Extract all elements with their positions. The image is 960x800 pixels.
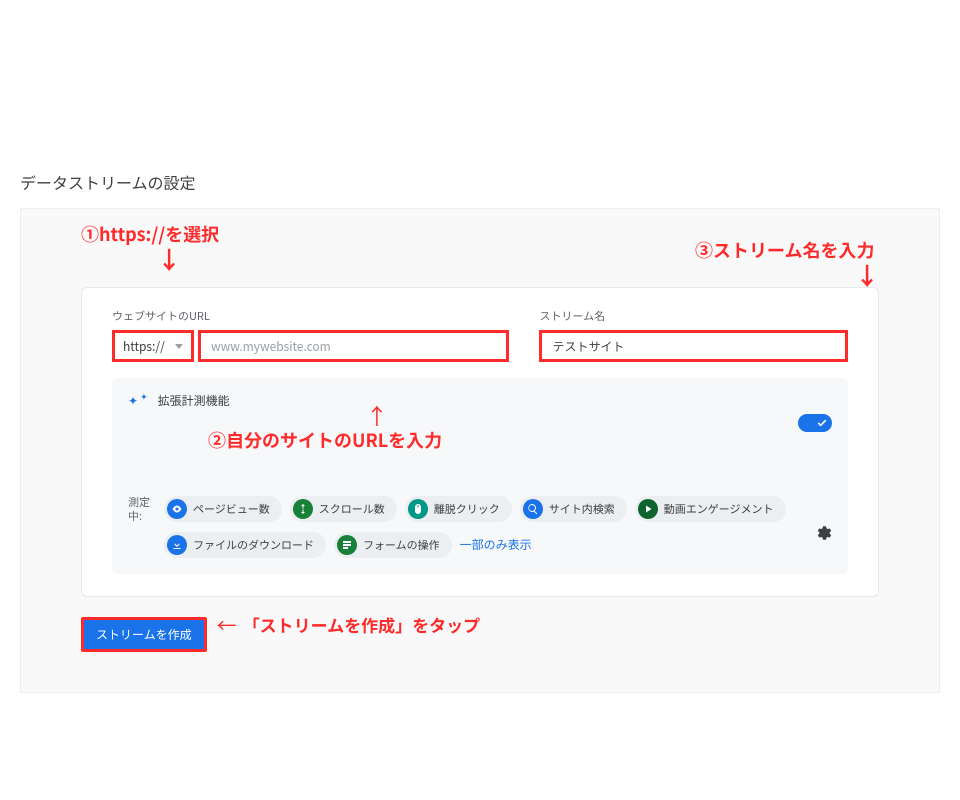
gear-icon[interactable] xyxy=(814,524,832,546)
chip-search: サイト内検索 xyxy=(520,496,627,522)
chip-label: フォームの操作 xyxy=(363,537,440,553)
chip-video: 動画エンゲージメント xyxy=(635,496,786,522)
enhanced-title: 拡張計測機能 xyxy=(158,392,230,409)
stream-name-label: ストリーム名 xyxy=(539,308,848,324)
chip-label: スクロール数 xyxy=(319,501,385,517)
download-icon xyxy=(167,535,187,555)
chip-pageviews: ページビュー数 xyxy=(164,496,282,522)
arrow-down-icon: ↓ xyxy=(855,263,879,287)
show-partial-link[interactable]: 一部のみ表示 xyxy=(460,536,532,553)
metrics-row-2: ファイルのダウンロード フォームの操作 一部のみ表示 xyxy=(164,532,832,558)
create-stream-button[interactable]: ストリームを作成 xyxy=(81,617,207,652)
annotation-step1: ①https://を選択 ↓ xyxy=(81,221,219,273)
mouse-icon xyxy=(408,499,428,519)
annotation-step3-text: ③ストリーム名を入力 xyxy=(695,237,879,263)
enhanced-toggle[interactable] xyxy=(798,414,832,432)
url-label: ウェブサイトのURL xyxy=(112,308,509,324)
chip-label: サイト内検索 xyxy=(549,501,615,517)
url-placeholder: www.mywebsite.com xyxy=(211,338,331,355)
check-icon xyxy=(814,415,830,431)
chip-label: ページビュー数 xyxy=(193,501,270,517)
stream-card: ウェブサイトのURL https:// www.mywebsite.com スト… xyxy=(81,287,879,597)
eye-icon xyxy=(167,499,187,519)
stream-setup-panel: ①https://を選択 ↓ ③ストリーム名を入力 ↓ ウェブサイトのURL h… xyxy=(20,208,940,693)
chip-label: 離脱クリック xyxy=(434,501,500,517)
chip-label: 動画エンゲージメント xyxy=(664,501,774,517)
page-title: データストリームの設定 xyxy=(20,170,940,194)
annotation-row: ①https://を選択 ↓ ③ストリーム名を入力 ↓ xyxy=(81,221,879,281)
arrow-left-icon: ← xyxy=(217,610,237,639)
play-icon xyxy=(638,499,658,519)
annotation-step2-text: ②自分のサイトのURLを入力 xyxy=(208,427,442,453)
stream-name-input[interactable]: テストサイト xyxy=(539,330,848,362)
annotation-step1-text: ①https://を選択 xyxy=(81,221,219,247)
annotation-step3: ③ストリーム名を入力 ↓ xyxy=(695,237,879,289)
form-icon xyxy=(337,535,357,555)
arrow-down-icon: ↓ xyxy=(157,247,181,271)
protocol-value: https:// xyxy=(123,338,165,355)
chip-form: フォームの操作 xyxy=(334,532,452,558)
stream-name-value: テストサイト xyxy=(552,338,624,355)
annotation-step2: ↑ ②自分のサイトのURLを入力 xyxy=(128,413,832,447)
measuring-label: 測定中: xyxy=(128,495,156,524)
url-input[interactable]: www.mywebsite.com xyxy=(198,330,509,362)
metrics-row: 測定中: ページビュー数 スクロール数 離脱クリック xyxy=(128,495,832,524)
chip-label: ファイルのダウンロード xyxy=(193,537,314,553)
chevron-down-icon xyxy=(175,344,183,349)
chip-download: ファイルのダウンロード xyxy=(164,532,326,558)
enhanced-measurement-box: ✦✦ 拡張計測機能 ↑ ②自分のサイトのURLを入力 測定中: xyxy=(112,378,848,574)
protocol-select[interactable]: https:// xyxy=(112,330,194,362)
scroll-icon xyxy=(293,499,313,519)
sparkle-icon: ✦✦ xyxy=(128,392,148,409)
search-icon xyxy=(523,499,543,519)
chip-outbound: 離脱クリック xyxy=(405,496,512,522)
annotation-tap: ← 「ストリームを作成」をタップ xyxy=(217,610,481,639)
annotation-tap-text: 「ストリームを作成」をタップ xyxy=(243,612,481,637)
chip-scroll: スクロール数 xyxy=(290,496,397,522)
